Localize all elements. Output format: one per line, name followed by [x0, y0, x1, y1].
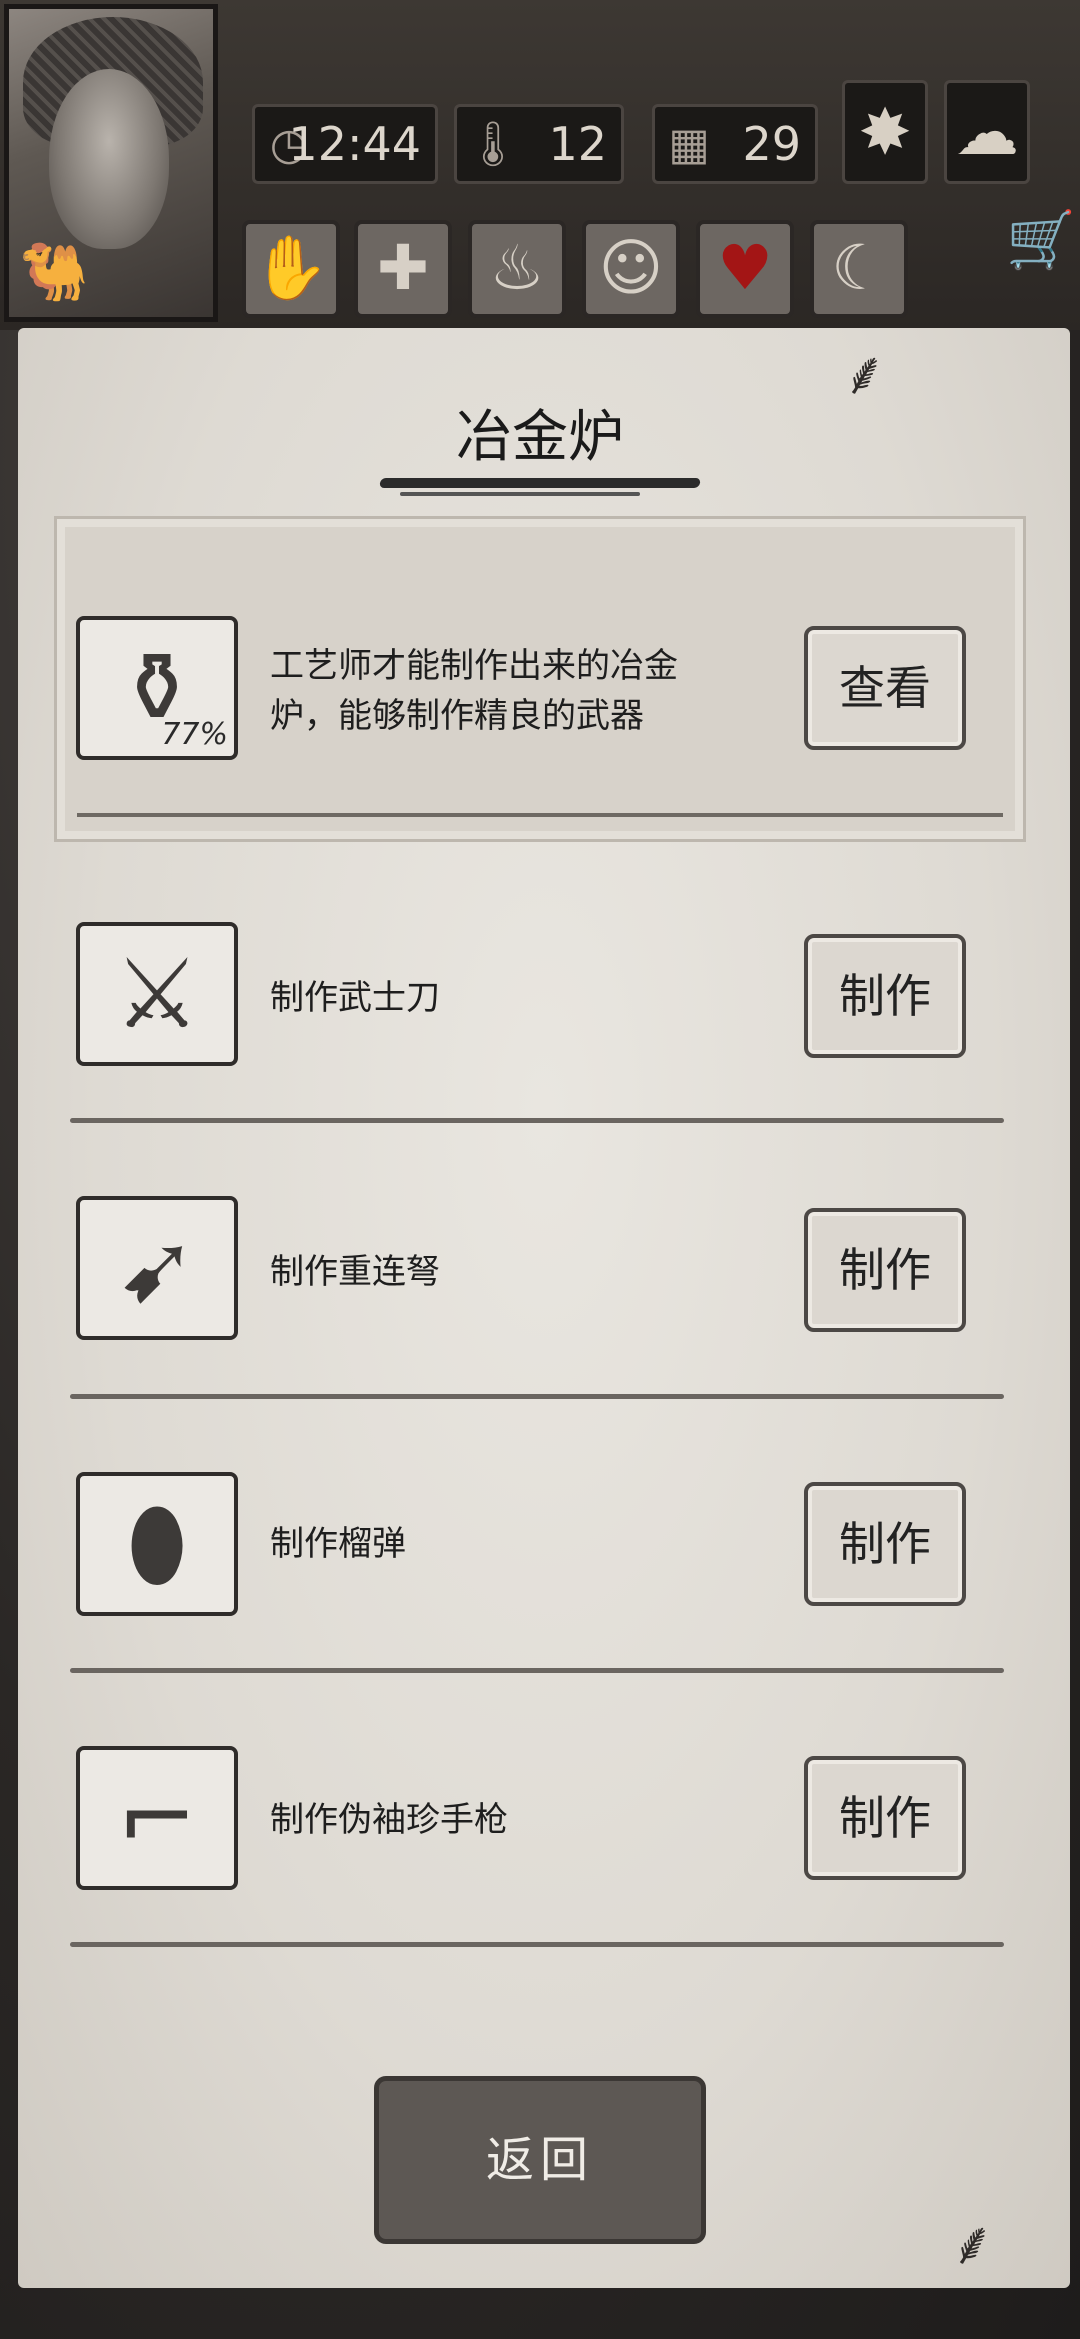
back-button[interactable]: 返回: [374, 2076, 706, 2244]
moon-icon[interactable]: ☾: [810, 220, 908, 318]
revolver-thumbnail: ⌐: [76, 1746, 238, 1890]
temperature-value: 12: [548, 117, 607, 171]
grenade-thumbnail: ⬮: [76, 1472, 238, 1616]
thermometer-icon: 🌡: [465, 119, 521, 170]
head-icon[interactable]: ☺: [582, 220, 680, 318]
furnace-description-line1: 工艺师才能制作出来的冶金: [270, 646, 678, 686]
craft-revolver-button[interactable]: 制作: [804, 1756, 966, 1880]
portrait-face: [49, 69, 169, 249]
crossbow-icon: ➹: [116, 1212, 198, 1324]
craft-katana-button[interactable]: 制作: [804, 934, 966, 1058]
crossbow-thumbnail: ➹: [76, 1196, 238, 1340]
craft-crossbow-button[interactable]: 制作: [804, 1208, 966, 1332]
katana-icon: ⚔: [113, 938, 201, 1050]
recipe-divider: [70, 1942, 1004, 1947]
katana-thumbnail: ⚔: [76, 922, 238, 1066]
calendar-icon: ▦: [668, 119, 710, 170]
card-divider: [77, 813, 1003, 817]
medical-cross-icon[interactable]: ✚: [354, 220, 452, 318]
leaf-icon[interactable]: ✸: [842, 80, 928, 184]
title-underline: [379, 478, 701, 488]
furnace-progress: 77%: [161, 717, 228, 752]
temperature-display: 🌡 12: [454, 104, 624, 184]
stomach-icon[interactable]: ♨: [468, 220, 566, 318]
recipe-label: 制作武士刀: [270, 978, 440, 1018]
time-display: ◷ 12:44: [252, 104, 438, 184]
cart-icon[interactable]: 🛒: [1006, 206, 1076, 276]
hand-bandage-icon[interactable]: ✋: [242, 220, 340, 318]
rain-cloud-icon[interactable]: ☁: [944, 80, 1030, 184]
day-display: ▦ 29: [652, 104, 818, 184]
recipe-divider: [70, 1394, 1004, 1399]
revolver-icon: ⌐: [116, 1762, 198, 1874]
view-button[interactable]: 查看: [804, 626, 966, 750]
recipe-label: 制作伪袖珍手枪: [270, 1800, 508, 1840]
character-portrait[interactable]: 🐫: [4, 4, 218, 322]
recipe-divider: [70, 1118, 1004, 1123]
vine-decoration: ⸙: [950, 2209, 995, 2279]
recipe-divider: [70, 1668, 1004, 1673]
recipe-label: 制作榴弹: [270, 1524, 406, 1564]
time-value: 12:44: [288, 117, 421, 171]
camel-icon: 🐫: [19, 240, 89, 305]
recipe-label: 制作重连弩: [270, 1252, 440, 1292]
day-value: 29: [742, 117, 801, 171]
title-underline: [400, 492, 640, 496]
heart-icon[interactable]: ♥: [696, 220, 794, 318]
grenade-icon: ⬮: [126, 1488, 188, 1600]
furnace-thumbnail: ⚱ 77%: [76, 616, 238, 760]
page-title: 冶金炉: [456, 405, 624, 470]
furnace-description-line2: 炉，能够制作精良的武器: [270, 696, 644, 736]
craft-grenade-button[interactable]: 制作: [804, 1482, 966, 1606]
